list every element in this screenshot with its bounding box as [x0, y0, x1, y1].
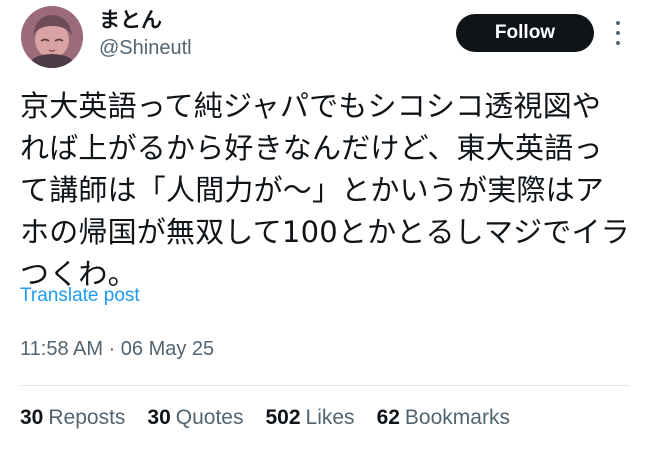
likes-stat[interactable]: 502 Likes [265, 406, 354, 430]
reposts-stat[interactable]: 30 Reposts [20, 406, 125, 430]
likes-count: 502 [265, 406, 301, 429]
more-dot [616, 21, 620, 25]
tweet-timestamp[interactable]: 11:58 AM · 06 May 25 [20, 338, 214, 361]
more-dot [616, 41, 620, 45]
engagement-stats: 30 Reposts 30 Quotes 502 Likes 62 Bookmarks [20, 406, 510, 430]
more-dot [616, 31, 620, 35]
quotes-label: Quotes [175, 406, 244, 429]
likes-label: Likes [305, 406, 355, 429]
translate-post-link[interactable]: Translate post [20, 285, 140, 307]
reposts-label: Reposts [48, 406, 126, 429]
more-vertical-icon[interactable] [611, 18, 625, 48]
reposts-count: 30 [20, 406, 44, 429]
quotes-count: 30 [147, 406, 171, 429]
tweet-text: 京大英語って純ジャパでもシコシコ透視図やれば上がるから好きなんだけど、東大英語っ… [20, 89, 630, 291]
quotes-stat[interactable]: 30 Quotes [147, 406, 243, 430]
user-handle[interactable]: @Shineutl [99, 34, 192, 62]
bookmarks-stat[interactable]: 62 Bookmarks [377, 406, 510, 430]
avatar[interactable] [21, 6, 83, 68]
avatar-illustration [21, 6, 83, 68]
divider [20, 385, 630, 386]
bookmarks-count: 62 [376, 406, 400, 429]
bookmarks-label: Bookmarks [404, 406, 510, 429]
follow-button[interactable]: Follow [456, 14, 594, 52]
author-info: まとん @Shineutl [99, 6, 192, 62]
display-name[interactable]: まとん [99, 6, 192, 34]
